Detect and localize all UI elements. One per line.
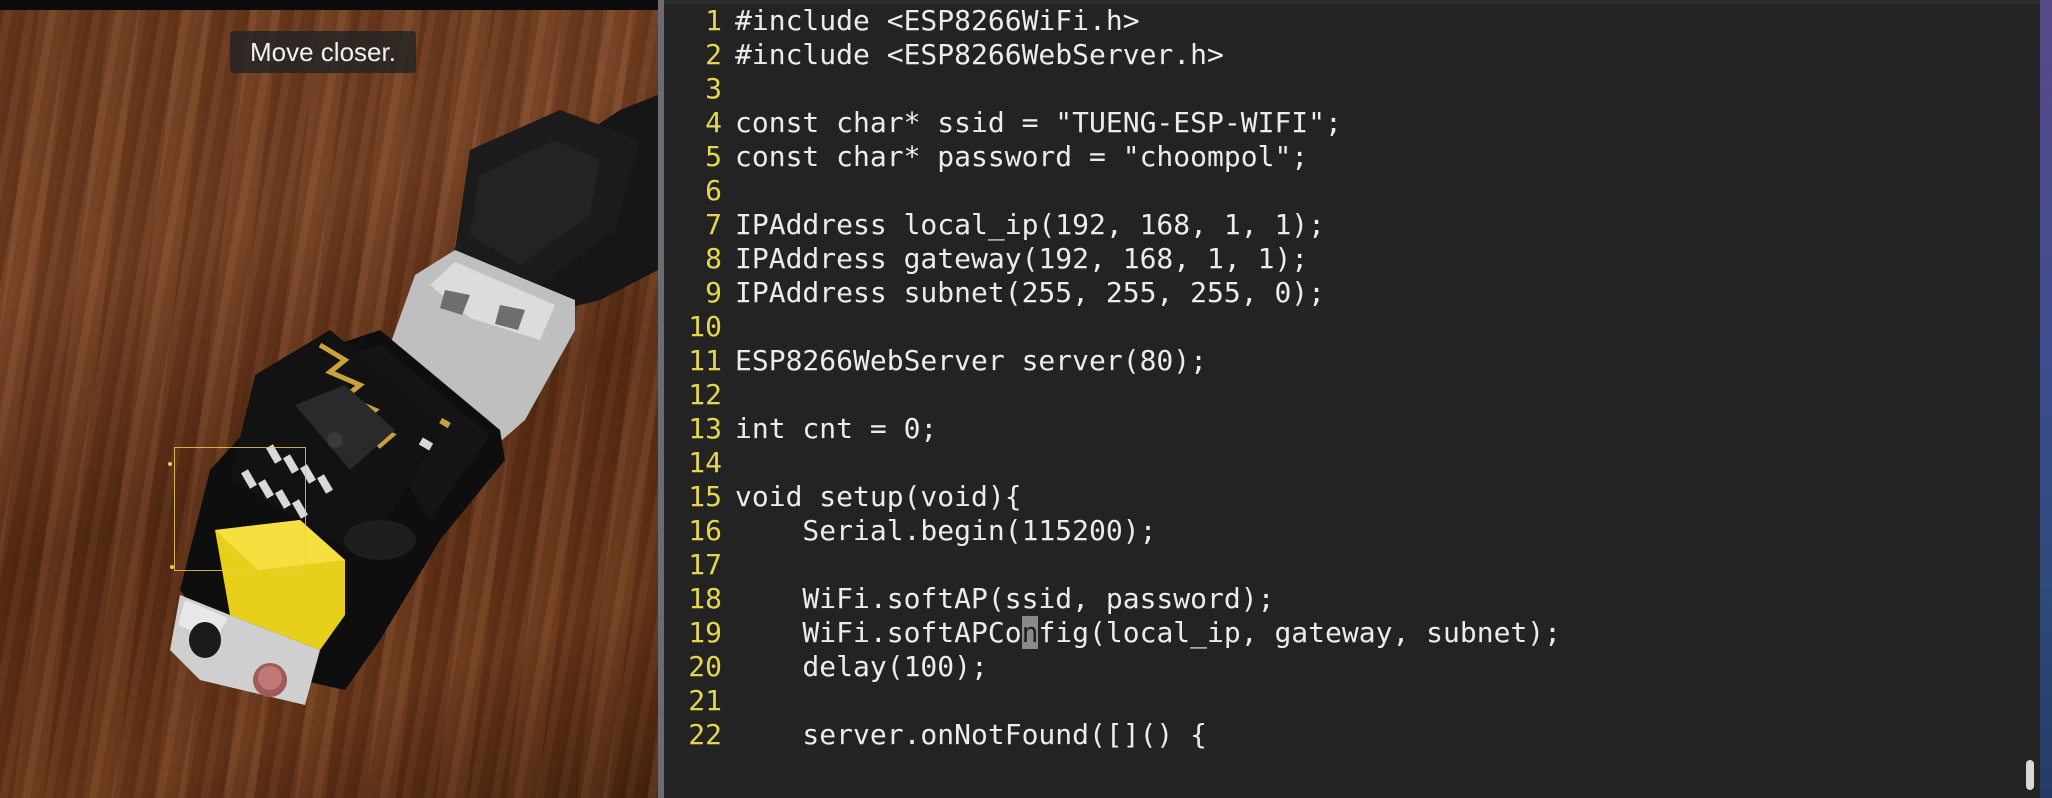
code-text[interactable]: ESP8266WebServer server(80);: [735, 344, 1207, 378]
code-area[interactable]: 1 #include <ESP8266WiFi.h> 2 #include <ESP…: [664, 4, 2040, 752]
code-text[interactable]: int cnt = 0;: [735, 412, 937, 446]
code-line[interactable]: 22 server.onNotFound([]() {: [664, 718, 2040, 752]
code-line[interactable]: 20 delay(100);: [664, 650, 2040, 684]
code-text-after-cursor: fig(local_ip, gateway, subnet);: [1038, 616, 1562, 649]
code-text[interactable]: IPAddress gateway(192, 168, 1, 1);: [735, 242, 1308, 276]
code-line[interactable]: 5 const char* password = "choompol";: [664, 140, 2040, 174]
code-line[interactable]: 4 const char* ssid = "TUENG-ESP-WIFI";: [664, 106, 2040, 140]
code-text[interactable]: Serial.begin(115200);: [735, 514, 1156, 548]
code-text[interactable]: WiFi.softAP(ssid, password);: [735, 582, 1274, 616]
line-number: 10: [688, 310, 722, 343]
code-text[interactable]: WiFi.softAPConfig(local_ip, gateway, sub…: [735, 616, 1561, 650]
code-line[interactable]: 17: [664, 548, 2040, 582]
code-text[interactable]: IPAddress local_ip(192, 168, 1, 1);: [735, 208, 1325, 242]
line-number: 14: [688, 446, 722, 479]
line-number: 4: [705, 106, 722, 139]
line-number: 5: [705, 140, 722, 173]
line-number: 9: [705, 276, 722, 309]
line-number: 17: [688, 548, 722, 581]
code-text[interactable]: #include <ESP8266WebServer.h>: [735, 38, 1224, 72]
line-number: 8: [705, 242, 722, 275]
text-cursor: n: [1021, 616, 1039, 649]
line-number: 20: [688, 650, 722, 683]
line-number: 22: [688, 718, 722, 751]
line-number: 13: [688, 412, 722, 445]
line-number: 19: [688, 616, 722, 649]
code-line[interactable]: 15 void setup(void){: [664, 480, 2040, 514]
line-number: 15: [688, 480, 722, 513]
line-number: 2: [705, 38, 722, 71]
code-line[interactable]: 13 int cnt = 0;: [664, 412, 2040, 446]
code-text[interactable]: const char* ssid = "TUENG-ESP-WIFI";: [735, 106, 1342, 140]
code-line[interactable]: 6: [664, 174, 2040, 208]
line-number: 7: [705, 208, 722, 241]
code-text[interactable]: #include <ESP8266WiFi.h>: [735, 4, 1140, 38]
line-number: 1: [705, 4, 722, 37]
code-line[interactable]: 2 #include <ESP8266WebServer.h>: [664, 38, 2040, 72]
line-number: 21: [688, 684, 722, 717]
line-number: 11: [688, 344, 722, 377]
code-line[interactable]: 18 WiFi.softAP(ssid, password);: [664, 582, 2040, 616]
desktop-background-edge: [2040, 0, 2052, 798]
code-text[interactable]: IPAddress subnet(255, 255, 255, 0);: [735, 276, 1325, 310]
line-number: 3: [705, 72, 722, 105]
code-editor[interactable]: 1 #include <ESP8266WiFi.h> 2 #include <ESP…: [664, 0, 2040, 798]
line-number: 6: [705, 174, 722, 207]
code-text-before-cursor: WiFi.softAPCo: [735, 616, 1022, 649]
code-line[interactable]: 10: [664, 310, 2040, 344]
code-line[interactable]: 3: [664, 72, 2040, 106]
code-line[interactable]: 16 Serial.begin(115200);: [664, 514, 2040, 548]
line-number: 12: [688, 378, 722, 411]
code-text[interactable]: server.onNotFound([]() {: [735, 718, 1207, 752]
focus-marker: [168, 462, 172, 466]
code-line-current[interactable]: 19 WiFi.softAPConfig(local_ip, gateway, …: [664, 616, 2040, 650]
code-text[interactable]: void setup(void){: [735, 480, 1022, 514]
code-line[interactable]: 9 IPAddress subnet(255, 255, 255, 0);: [664, 276, 2040, 310]
code-line[interactable]: 21: [664, 684, 2040, 718]
line-number: 16: [688, 514, 722, 547]
focus-marker: [170, 565, 174, 569]
camera-view: Move closer.: [0, 0, 658, 798]
esp8266-usb-adapter-photo: [170, 95, 658, 705]
code-line[interactable]: 11 ESP8266WebServer server(80);: [664, 344, 2040, 378]
vertical-scrollbar[interactable]: [2026, 760, 2034, 790]
code-line[interactable]: 12: [664, 378, 2040, 412]
line-number: 18: [688, 582, 722, 615]
code-text[interactable]: const char* password = "choompol";: [735, 140, 1308, 174]
code-line[interactable]: 8 IPAddress gateway(192, 168, 1, 1);: [664, 242, 2040, 276]
camera-hint-label: Move closer.: [230, 31, 416, 73]
code-line[interactable]: 7 IPAddress local_ip(192, 168, 1, 1);: [664, 208, 2040, 242]
code-line[interactable]: 14: [664, 446, 2040, 480]
focus-frame: [174, 447, 306, 571]
code-text[interactable]: delay(100);: [735, 650, 987, 684]
code-line[interactable]: 1 #include <ESP8266WiFi.h>: [664, 4, 2040, 38]
